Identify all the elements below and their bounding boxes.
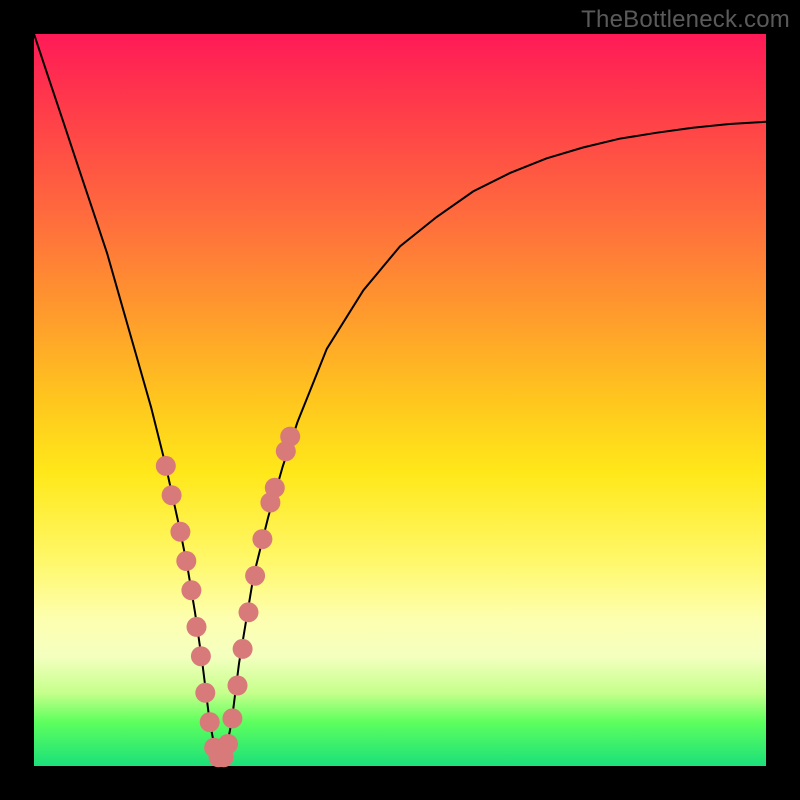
bead-marker — [162, 485, 182, 505]
bead-marker — [252, 529, 272, 549]
bead-marker — [191, 646, 211, 666]
chart-frame: TheBottleneck.com — [0, 0, 800, 800]
bead-marker — [233, 639, 253, 659]
bottleneck-curve — [34, 34, 766, 759]
bead-marker — [176, 551, 196, 571]
bead-marker — [195, 683, 215, 703]
bead-marker — [200, 712, 220, 732]
bead-marker — [218, 734, 238, 754]
watermark-text: TheBottleneck.com — [581, 6, 790, 34]
bead-marker — [265, 478, 285, 498]
bead-marker — [239, 602, 259, 622]
bead-marker — [245, 566, 265, 586]
chart-plot-area — [34, 34, 766, 766]
chart-svg — [34, 34, 766, 766]
bead-marker — [228, 676, 248, 696]
bead-marker — [156, 456, 176, 476]
bead-marker — [170, 522, 190, 542]
bead-marker — [181, 580, 201, 600]
bead-marker — [222, 708, 242, 728]
bead-marker — [280, 427, 300, 447]
bead-marker — [187, 617, 207, 637]
